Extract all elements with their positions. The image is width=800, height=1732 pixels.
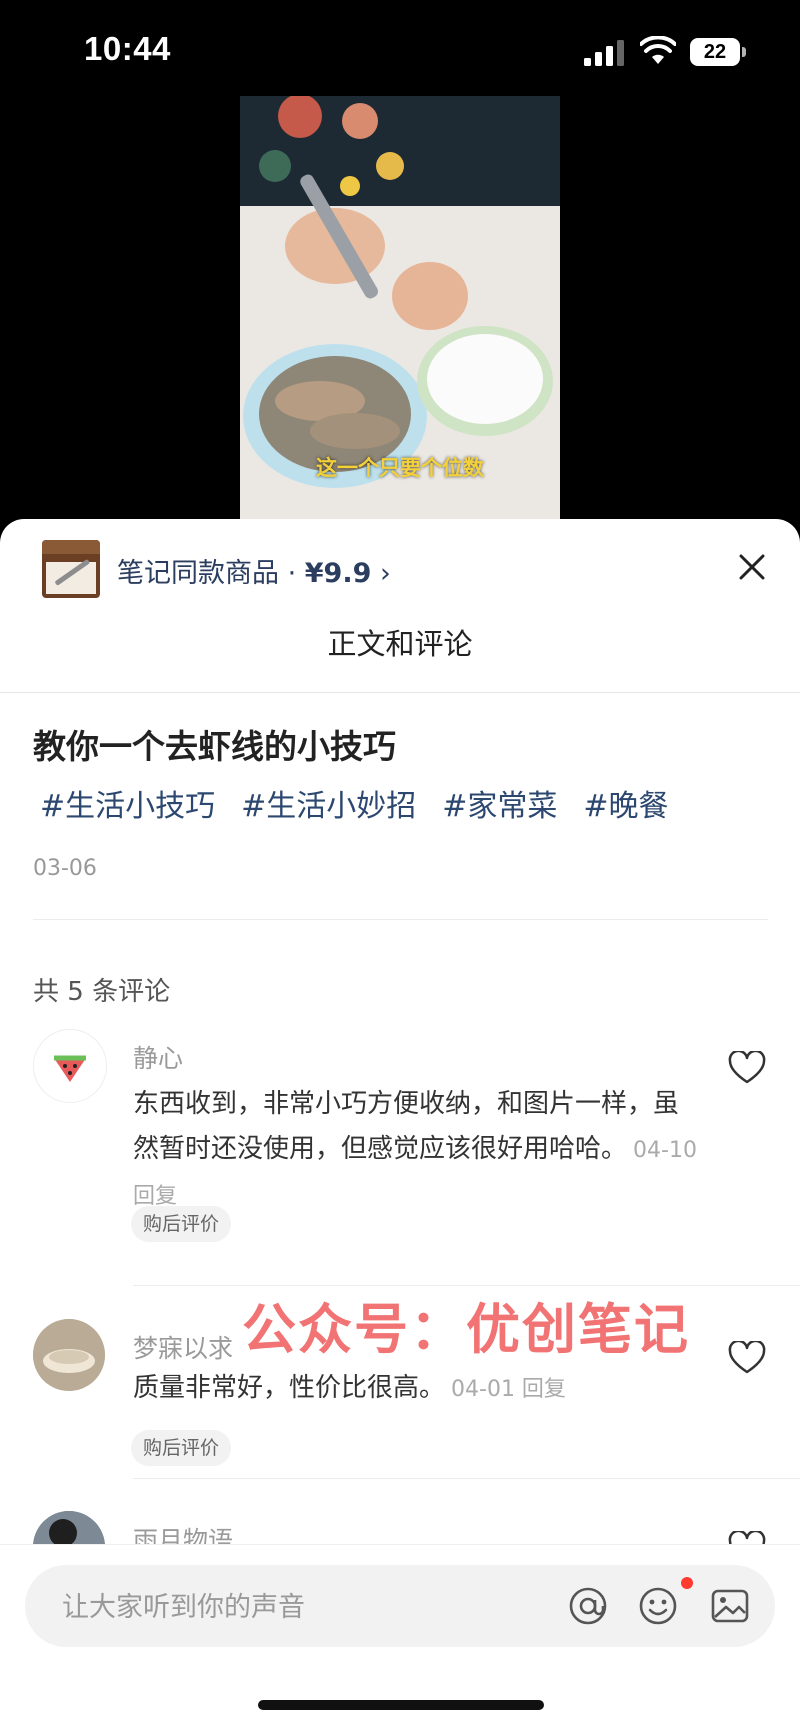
post-date: 03-06 [33, 856, 97, 881]
comment-body: 质量非常好，性价比很高。 [133, 1373, 446, 1403]
product-bar[interactable]: 笔记同款商品 · ¥9.9 › [0, 519, 800, 619]
heart-icon[interactable] [728, 1341, 766, 1375]
home-indicator [258, 1700, 544, 1710]
divider [33, 919, 768, 920]
tag-link[interactable]: #生活小技巧 [40, 789, 215, 824]
image-icon[interactable] [710, 1586, 750, 1626]
product-thumbnail[interactable] [42, 540, 100, 598]
at-icon[interactable] [568, 1586, 608, 1626]
status-bar: 10:44 22 [0, 0, 800, 100]
comment-author[interactable]: 梦寐以求 [133, 1329, 233, 1365]
product-label: 笔记同款商品 · [117, 558, 305, 589]
tag-link[interactable]: #生活小妙招 [241, 789, 416, 824]
divider [0, 692, 800, 693]
purchase-badge: 购后评价 [131, 1430, 232, 1466]
video-player[interactable]: 这一个只要个位数 [240, 96, 560, 520]
avatar[interactable] [33, 1319, 105, 1391]
battery-level: 22 [690, 38, 740, 66]
comment-count: 共 5 条评论 [33, 977, 171, 1007]
notification-dot [681, 1577, 693, 1589]
watermark: 公众号：优创笔记 [242, 1298, 690, 1361]
wifi-icon [640, 36, 676, 64]
product-link[interactable]: 笔记同款商品 · ¥9.9 › [117, 551, 391, 590]
video-caption: 这一个只要个位数 [316, 456, 484, 480]
tag-link[interactable]: #晚餐 [583, 789, 668, 824]
product-price: ¥9.9 [304, 558, 372, 589]
sheet-title: 正文和评论 [327, 627, 473, 661]
purchase-badge: 购后评价 [131, 1206, 232, 1242]
avatar[interactable] [33, 1029, 107, 1103]
comment-input-box[interactable] [25, 1565, 775, 1649]
signal-icon [584, 40, 624, 66]
comment-author[interactable]: 静心 [133, 1039, 183, 1075]
comment-text: 质量非常好，性价比很高。 04-01 回复 [133, 1366, 703, 1412]
tag-link[interactable]: #家常菜 [442, 789, 557, 824]
divider [133, 1478, 800, 1479]
status-time: 10:44 [84, 30, 171, 67]
comment-text: 东西收到，非常小巧方便收纳，和图片一样，虽然暂时还没使用，但感觉应该很好用哈哈。… [133, 1082, 703, 1219]
battery-icon: 22 [690, 38, 746, 66]
post-title: 教你一个去虾线的小技巧 [33, 727, 396, 766]
close-icon[interactable] [736, 551, 768, 583]
post-tags: #生活小技巧 #生活小妙招 #家常菜 #晚餐 [40, 781, 695, 825]
comment-body: 东西收到，非常小巧方便收纳，和图片一样，虽然暂时还没使用，但感觉应该很好用哈哈。 [133, 1089, 680, 1164]
heart-icon[interactable] [728, 1051, 766, 1085]
comment-meta[interactable]: 04-01 回复 [451, 1377, 566, 1402]
chevron-right-icon: › [379, 558, 391, 589]
comment-input[interactable] [60, 1565, 544, 1649]
emoji-icon[interactable] [638, 1586, 678, 1626]
